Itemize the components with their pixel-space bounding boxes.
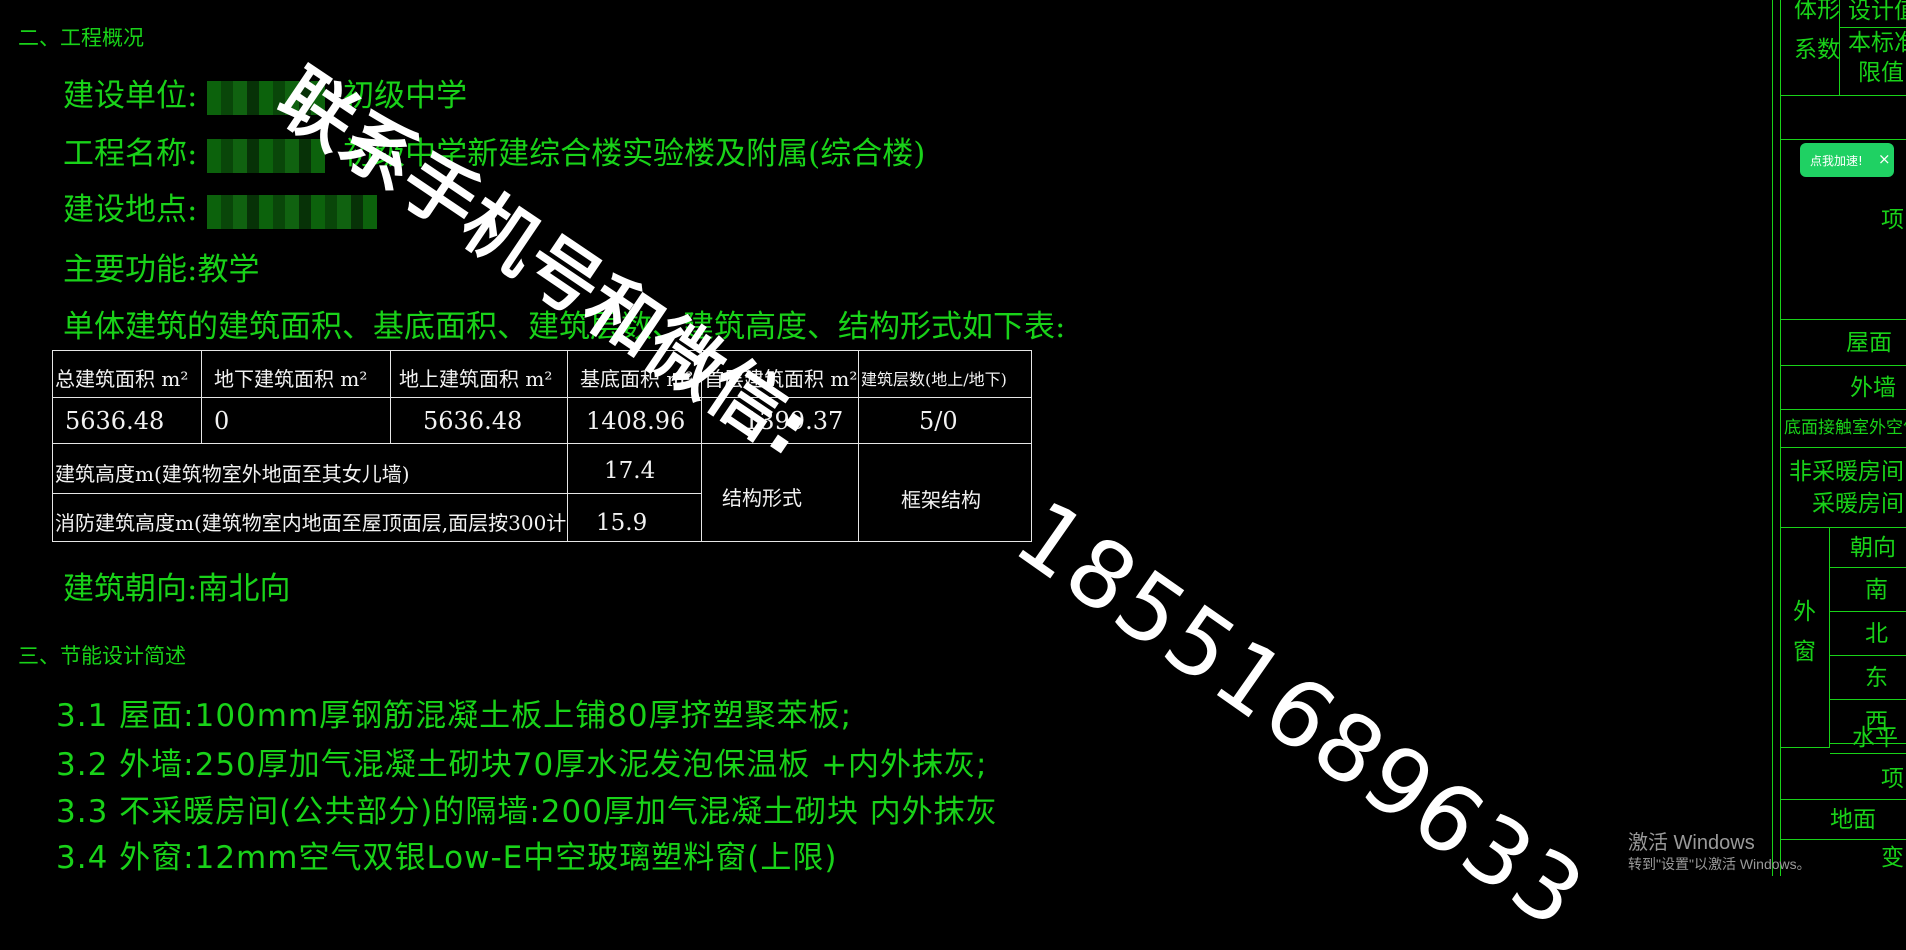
table-header-cell: 建筑层数(地上/地下) bbox=[858, 350, 1032, 398]
energy-line-2: 3.2 外墙:250厚加气混凝土砌块70厚水泥发泡保温板 +内外抹灰; bbox=[56, 747, 988, 783]
orientation-line: 建筑朝向:南北向 bbox=[63, 571, 291, 607]
energy-line-4: 3.4 外窗:12mm空气双银Low-E中空玻璃塑料窗(上限) bbox=[56, 840, 838, 876]
table-value-cell: 5636.48 bbox=[52, 397, 202, 444]
item2-cell: 项 bbox=[1780, 758, 1906, 800]
east-cell: 东 bbox=[1830, 656, 1906, 700]
structure-value-cell: 框架结构 bbox=[858, 443, 1032, 542]
height-value-cell: 17.4 bbox=[567, 443, 702, 494]
nonheated-cell: 非采暖房间 采暖房间 bbox=[1780, 448, 1906, 528]
ground-cell: 地面 bbox=[1780, 800, 1906, 840]
energy-line-3: 3.3 不采暖房间(公共部分)的隔墙:200厚加气混凝土砌块 内外抹灰 bbox=[56, 794, 998, 830]
main-function: 主要功能:教学 bbox=[63, 252, 260, 288]
section-3-title: 三、节能设计简述 bbox=[18, 644, 186, 668]
north-cell: 北 bbox=[1830, 612, 1906, 656]
wall-cell: 外墙 bbox=[1780, 366, 1906, 410]
location-label: 建设地点: bbox=[63, 192, 198, 228]
blank-row bbox=[1780, 96, 1906, 140]
location-line: 建设地点: bbox=[63, 184, 385, 229]
shape-coefficient-cell: 体形 系数 bbox=[1780, 0, 1840, 96]
table-header-cell: 地上建筑面积 m² bbox=[390, 350, 568, 398]
item-cell: 项 bbox=[1780, 180, 1906, 320]
bottom-contact-cell: 底面接触室外空气 bbox=[1780, 410, 1906, 448]
horizontal-cell: 水平 bbox=[1852, 725, 1898, 751]
watermark-phone: 18551689633 bbox=[996, 480, 1604, 950]
table-value-cell: 0 bbox=[201, 397, 391, 444]
energy-line-1: 3.1 屋面:100mm厚钢筋混凝土板上铺80厚挤塑聚苯板; bbox=[56, 698, 853, 734]
section-2-title: 二、工程概况 bbox=[18, 26, 144, 50]
south-cell: 南 bbox=[1830, 568, 1906, 612]
activate-windows-subtitle: 转到"设置"以激活 Windows。 bbox=[1628, 856, 1811, 872]
table-value-cell: 5/0 bbox=[858, 397, 1032, 444]
fire-height-value-cell: 15.9 bbox=[567, 493, 702, 542]
orientation-cell: 朝向 bbox=[1830, 528, 1906, 568]
standard-limit-cell: 本标准限值 bbox=[1840, 28, 1906, 96]
design-value-cell: 设计值 bbox=[1840, 0, 1906, 28]
roof-cell: 屋面 bbox=[1780, 320, 1906, 366]
table-value-cell: 5636.48 bbox=[390, 397, 568, 444]
fire-height-label-cell: 消防建筑高度m(建筑物室内地面至屋顶面层,面层按300计) bbox=[52, 493, 568, 542]
redacted-block bbox=[207, 194, 378, 229]
table-header-cell: 总建筑面积 m² bbox=[52, 350, 202, 398]
activate-windows-title: 激活 Windows bbox=[1628, 832, 1755, 854]
speedup-chip-label: 点我加速! bbox=[1810, 154, 1863, 168]
close-icon[interactable]: × bbox=[1878, 150, 1891, 168]
speedup-chip[interactable]: 点我加速! × bbox=[1800, 143, 1894, 177]
window-label-cell: 外窗 bbox=[1780, 528, 1830, 748]
height-label-cell: 建筑高度m(建筑物室外地面至其女儿墙) bbox=[52, 443, 568, 494]
project-label: 工程名称: bbox=[63, 136, 198, 172]
build-unit-label: 建设单位: bbox=[63, 78, 198, 114]
table-header-cell: 地下建筑面积 m² bbox=[201, 350, 391, 398]
